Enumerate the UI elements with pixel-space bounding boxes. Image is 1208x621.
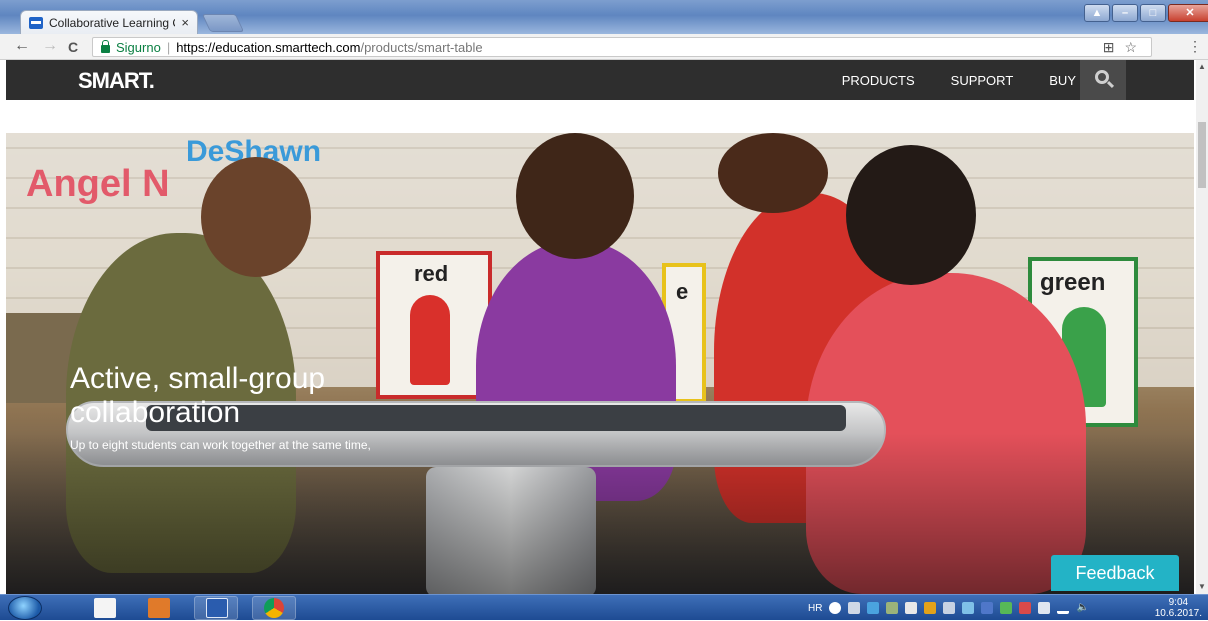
windows-taskbar: HR 🔈 9:04 10.6.2017.: [0, 594, 1208, 620]
maximize-button[interactable]: □: [1140, 4, 1166, 22]
app-tray-icon-1[interactable]: [886, 602, 899, 614]
smart-logo[interactable]: SMART.: [78, 68, 155, 94]
student-head-1: [201, 157, 311, 277]
hero-subtitle: Up to eight students can work together a…: [70, 438, 371, 452]
window-close-button[interactable]: ✕: [1168, 4, 1208, 22]
volume-icon[interactable]: 🔈: [1076, 602, 1088, 614]
app-tray-icon-3[interactable]: [962, 602, 975, 614]
omnibox-icons: ⊞ ☆: [1103, 39, 1137, 56]
nav-buy[interactable]: BUY: [1049, 73, 1076, 88]
url-host: https://education.smarttech.com: [176, 39, 361, 55]
app-tray-icon-4[interactable]: [1000, 602, 1013, 614]
nav-support[interactable]: SUPPORT: [951, 73, 1014, 88]
tool-tray-icon[interactable]: [943, 602, 956, 614]
address-separator: |: [166, 39, 171, 55]
poster-yellow-label: e: [676, 279, 689, 304]
scroll-down-arrow-icon[interactable]: ▼: [1198, 582, 1206, 591]
poster-red-label: red: [414, 261, 449, 286]
lock-icon: [101, 39, 110, 53]
browser-title-bar: Collaborative Learning C × ▲ – □ ✕: [0, 0, 1208, 34]
nav-products[interactable]: PRODUCTS: [842, 73, 915, 88]
word-icon[interactable]: [206, 598, 228, 618]
browser-toolbar: ← → C Sigurno | https://education.smartt…: [0, 34, 1208, 60]
tab-title: Collaborative Learning C: [49, 15, 176, 30]
hero-gradient-overlay: [6, 433, 1194, 594]
chrome-icon[interactable]: [264, 598, 284, 618]
app-tray-icon-2[interactable]: [924, 602, 937, 614]
reload-button[interactable]: C: [68, 39, 78, 55]
device-tray-icon[interactable]: [1038, 602, 1051, 614]
taskbar-clock[interactable]: 9:04 10.6.2017.: [1155, 597, 1202, 619]
poster-green-label: green: [1040, 269, 1106, 296]
clock-time: 9:04: [1168, 597, 1189, 608]
page-scrollbar[interactable]: ▲ ▼: [1196, 60, 1208, 594]
browser-tab[interactable]: Collaborative Learning C ×: [20, 10, 198, 34]
help-icon[interactable]: [829, 602, 842, 614]
window-controls: ▲ – □ ✕: [1082, 4, 1208, 24]
people-tray-icon[interactable]: [867, 602, 880, 614]
start-button[interactable]: [8, 596, 42, 620]
bookmark-star-icon[interactable]: ☆: [1124, 39, 1137, 56]
smart-favicon-icon: [29, 16, 43, 29]
url-path: /products/smart-table: [360, 39, 483, 55]
signal-icon[interactable]: [1057, 602, 1070, 614]
security-label: Sigurno: [116, 39, 161, 55]
address-bar[interactable]: Sigurno | https://education.smarttech.co…: [92, 37, 1152, 57]
search-button[interactable]: [1080, 60, 1126, 100]
network-tray-icon[interactable]: [848, 602, 861, 614]
scroll-up-arrow-icon[interactable]: ▲: [1198, 62, 1206, 71]
browser-menu-icon[interactable]: ⋮: [1188, 38, 1202, 55]
media-player-icon[interactable]: [148, 598, 170, 618]
notepad-icon[interactable]: [94, 598, 116, 618]
student-head-2: [516, 133, 634, 259]
hero-title: Active, small-group collaboration: [70, 362, 326, 429]
site-header: SMART. PRODUCTS SUPPORT BUY: [6, 60, 1194, 100]
language-indicator[interactable]: HR: [808, 603, 822, 614]
student-head-3: [718, 133, 828, 213]
new-tab-button[interactable]: [201, 14, 245, 32]
system-tray: HR 🔈: [798, 595, 1208, 621]
student-head-4: [846, 145, 976, 285]
back-button[interactable]: ←: [14, 37, 30, 55]
poster-name-angel: Angel N: [26, 163, 170, 205]
clock-date: 10.6.2017.: [1154, 608, 1202, 619]
feedback-button[interactable]: Feedback: [1051, 555, 1179, 591]
translate-icon[interactable]: ⊞: [1103, 39, 1115, 56]
profile-icon[interactable]: ▲: [1084, 4, 1110, 22]
pen-tray-icon[interactable]: [905, 602, 918, 614]
site-nav: PRODUCTS SUPPORT BUY: [842, 60, 1076, 100]
flag-icon[interactable]: [1019, 602, 1032, 614]
forward-button[interactable]: →: [42, 37, 58, 55]
shield-icon[interactable]: [981, 602, 994, 614]
search-icon-handle: [1106, 80, 1115, 89]
scroll-thumb[interactable]: [1198, 122, 1206, 188]
minimize-button[interactable]: –: [1112, 4, 1138, 22]
tab-close-icon[interactable]: ×: [181, 15, 189, 30]
